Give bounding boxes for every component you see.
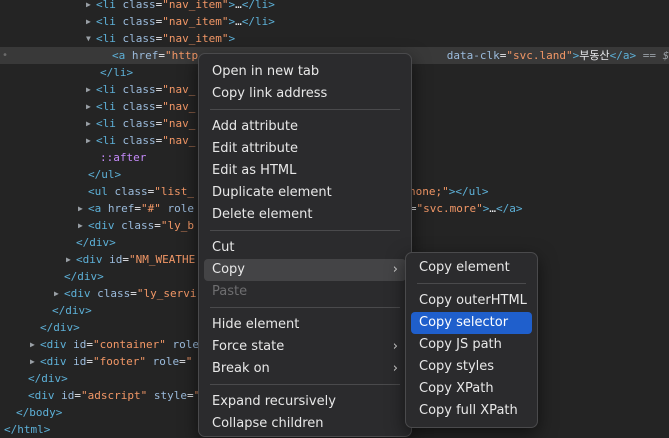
menu-item-copy-link-address[interactable]: Copy link address bbox=[204, 83, 406, 105]
menu-item-label: Copy styles bbox=[419, 359, 495, 374]
expand-triangle-icon[interactable]: ▶ bbox=[86, 0, 91, 13]
selected-node-marker-icon: • bbox=[2, 50, 9, 61]
menu-item-cut[interactable]: Cut bbox=[204, 237, 406, 259]
menu-item-label: Copy element bbox=[419, 260, 510, 275]
dom-node-markup: </div> bbox=[52, 304, 92, 317]
menu-item-label: Copy XPath bbox=[419, 381, 494, 396]
menu-item-label: Cut bbox=[212, 240, 235, 255]
menu-item-label: Open in new tab bbox=[212, 64, 320, 79]
expand-triangle-icon[interactable]: ▶ bbox=[54, 285, 59, 302]
menu-item-label: Expand recursively bbox=[212, 394, 336, 409]
dom-node-markup: <li class="nav_ bbox=[96, 100, 196, 113]
chevron-right-icon: › bbox=[392, 361, 398, 376]
dom-node-markup: </ul> bbox=[88, 168, 122, 181]
expand-triangle-icon[interactable]: ▶ bbox=[30, 353, 35, 370]
menu-item-label: Hide element bbox=[212, 317, 300, 332]
expand-triangle-icon[interactable]: ▶ bbox=[78, 217, 83, 234]
dom-node-markup: ::after bbox=[100, 151, 147, 164]
submenu-item-copy-styles[interactable]: Copy styles bbox=[411, 356, 532, 378]
menu-item-label: Force state bbox=[212, 339, 285, 354]
dom-node-markup: </div> bbox=[40, 321, 80, 334]
chevron-right-icon: › bbox=[392, 339, 398, 354]
menu-item-delete-element[interactable]: Delete element bbox=[204, 204, 406, 226]
dom-node-markup: <div class="ly_b bbox=[88, 219, 194, 232]
menu-item-collapse-children[interactable]: Collapse children bbox=[204, 413, 406, 435]
menu-item-break-on[interactable]: Break on › bbox=[204, 358, 406, 380]
submenu-item-copy-selector[interactable]: Copy selector bbox=[411, 312, 532, 334]
dom-node-markup: </div> bbox=[76, 236, 116, 249]
dom-node-markup: <li class="nav_ bbox=[96, 117, 196, 130]
expand-triangle-icon[interactable]: ▶ bbox=[86, 98, 91, 115]
expand-triangle-icon[interactable]: ▶ bbox=[66, 251, 71, 268]
dom-node-markup: </div> bbox=[64, 270, 104, 283]
menu-item-label: Break on bbox=[212, 361, 270, 376]
dom-node-markup: <div id="footer" role=" bbox=[40, 355, 193, 368]
menu-item-duplicate-element[interactable]: Duplicate element bbox=[204, 182, 406, 204]
dom-node-markup: <li class="nav_item">…</li> bbox=[96, 15, 275, 28]
menu-separator bbox=[417, 283, 526, 284]
expand-triangle-icon[interactable]: ▶ bbox=[30, 336, 35, 353]
dom-node-markup: </html> bbox=[4, 423, 51, 436]
expand-triangle-icon[interactable]: ▶ bbox=[86, 13, 91, 30]
menu-item-paste: Paste bbox=[204, 281, 406, 303]
submenu-item-copy-outerhtml[interactable]: Copy outerHTML bbox=[411, 290, 532, 312]
context-menu: Open in new tab Copy link address Add attr… bbox=[198, 53, 412, 437]
menu-item-label: Paste bbox=[212, 284, 248, 299]
dom-node-markup: <div id="NM_WEATHE bbox=[76, 253, 196, 266]
collapse-triangle-icon[interactable]: ▼ bbox=[86, 30, 91, 47]
dom-node-markup: </body> bbox=[16, 406, 63, 419]
menu-item-label: Collapse children bbox=[212, 416, 324, 431]
dom-node-markup: <div class="ly_servi bbox=[64, 287, 197, 300]
expand-triangle-icon[interactable]: ▶ bbox=[86, 132, 91, 149]
dom-node-markup: <li class="nav_ bbox=[96, 83, 196, 96]
submenu-item-copy-element[interactable]: Copy element bbox=[411, 257, 532, 279]
submenu-item-copy-js-path[interactable]: Copy JS path bbox=[411, 334, 532, 356]
menu-separator bbox=[210, 384, 400, 385]
dom-node-markup: <div id="adscript" style=" bbox=[28, 389, 201, 402]
menu-item-label: Copy link address bbox=[212, 86, 328, 101]
menu-item-expand-recursively[interactable]: Expand recursively bbox=[204, 391, 406, 413]
menu-item-label: Delete element bbox=[212, 207, 313, 222]
menu-item-label: Edit as HTML bbox=[212, 163, 297, 178]
menu-item-force-state[interactable]: Force state › bbox=[204, 336, 406, 358]
menu-separator bbox=[210, 230, 400, 231]
expand-triangle-icon[interactable]: ▶ bbox=[86, 81, 91, 98]
chevron-right-icon: › bbox=[392, 262, 398, 277]
menu-item-label: Copy full XPath bbox=[419, 403, 518, 418]
dom-node-markup: </div> bbox=[28, 372, 68, 385]
menu-item-edit-attribute[interactable]: Edit attribute bbox=[204, 138, 406, 160]
menu-separator bbox=[210, 307, 400, 308]
menu-item-label: Duplicate element bbox=[212, 185, 332, 200]
menu-item-label: Copy bbox=[212, 262, 245, 277]
menu-item-hide-element[interactable]: Hide element bbox=[204, 314, 406, 336]
dom-node-markup: </li> bbox=[100, 66, 134, 79]
menu-item-label: Edit attribute bbox=[212, 141, 299, 156]
expand-triangle-icon[interactable]: ▶ bbox=[78, 200, 83, 217]
menu-item-edit-as-html[interactable]: Edit as HTML bbox=[204, 160, 406, 182]
menu-item-label: Copy JS path bbox=[419, 337, 502, 352]
expand-triangle-icon[interactable]: ▶ bbox=[86, 115, 91, 132]
menu-item-add-attribute[interactable]: Add attribute bbox=[204, 116, 406, 138]
submenu-item-copy-full-xpath[interactable]: Copy full XPath bbox=[411, 400, 532, 422]
dom-node-markup: <li class="nav_item">…</li> bbox=[96, 0, 275, 11]
dom-node-markup: <li class="nav_ bbox=[96, 134, 196, 147]
menu-item-label: Copy selector bbox=[419, 315, 509, 330]
dom-node-markup: <li class="nav_item"> bbox=[96, 32, 236, 45]
menu-separator bbox=[210, 109, 400, 110]
menu-item-open-in-new-tab[interactable]: Open in new tab bbox=[204, 61, 406, 83]
menu-item-label: Copy outerHTML bbox=[419, 293, 527, 308]
menu-item-copy[interactable]: Copy › bbox=[204, 259, 406, 281]
submenu-item-copy-xpath[interactable]: Copy XPath bbox=[411, 378, 532, 400]
menu-item-label: Add attribute bbox=[212, 119, 299, 134]
dom-node-markup: <div id="container" role bbox=[40, 338, 199, 351]
copy-submenu: Copy element Copy outerHTML Copy selector C… bbox=[405, 252, 538, 428]
